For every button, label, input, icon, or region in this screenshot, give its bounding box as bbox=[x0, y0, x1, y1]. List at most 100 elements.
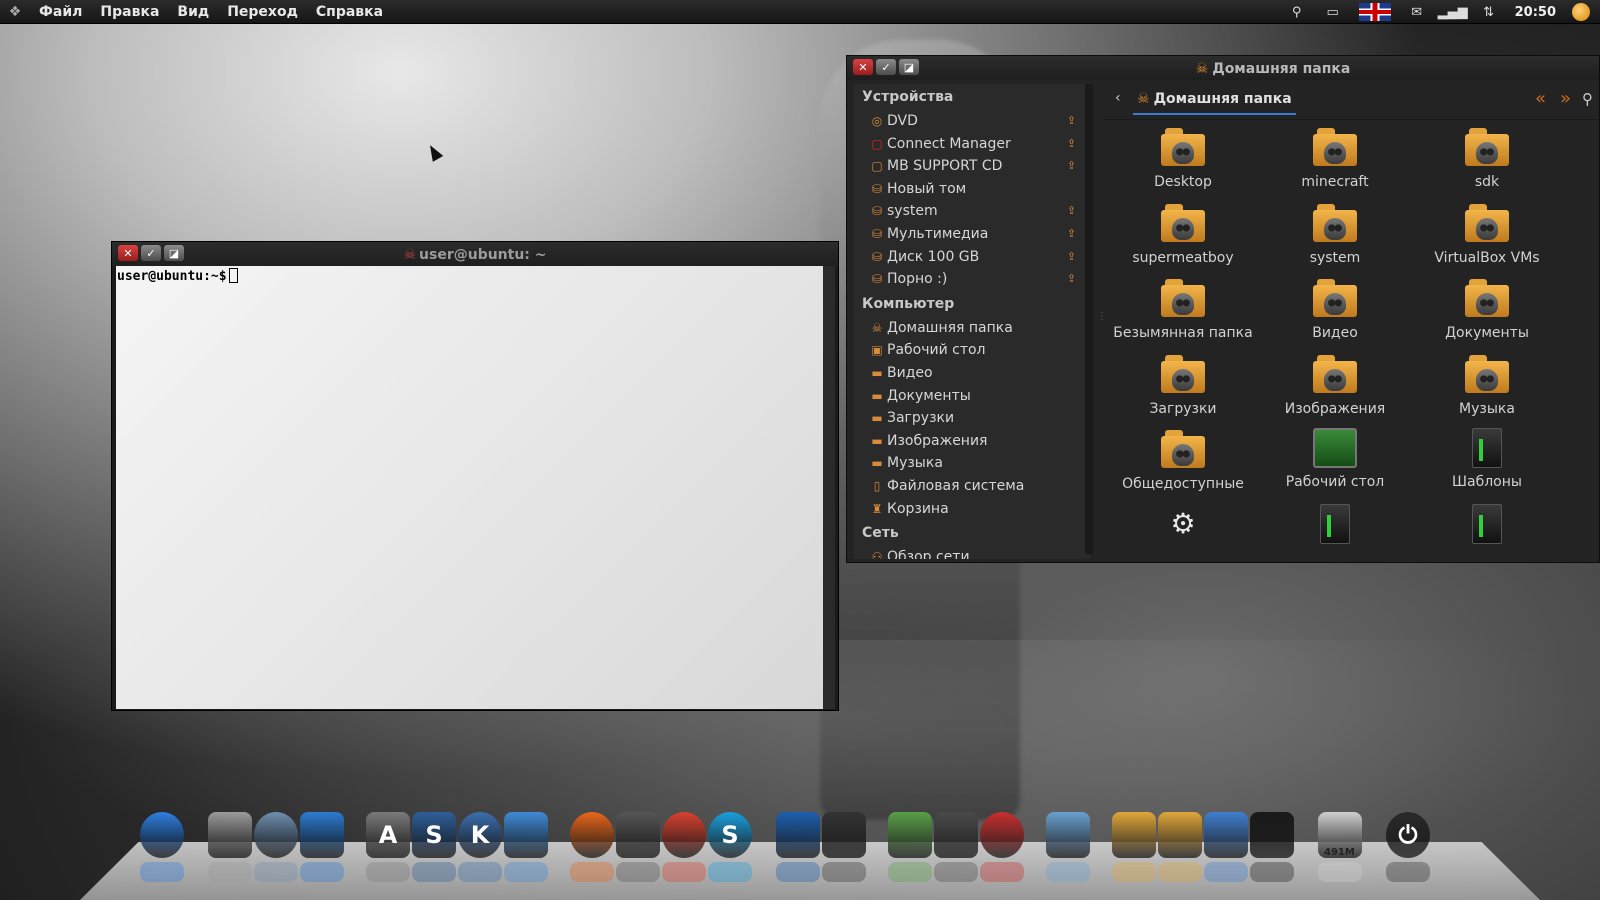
sidebar-item[interactable]: ⛁ system ⇪ bbox=[854, 200, 1090, 223]
apple-icon[interactable] bbox=[140, 812, 184, 858]
eject-icon[interactable]: ⇪ bbox=[1067, 223, 1076, 245]
file-item[interactable] bbox=[1411, 503, 1563, 580]
file-item[interactable]: Музыка bbox=[1411, 353, 1563, 429]
file-item[interactable]: Безымянная папка bbox=[1107, 277, 1259, 353]
sidebar-item[interactable]: ⛁ Порно :) ⇪ bbox=[854, 268, 1090, 291]
eject-icon[interactable]: ⇪ bbox=[1067, 155, 1076, 177]
network-globe-icon[interactable] bbox=[254, 812, 298, 858]
sidebar-item-label: Файловая система bbox=[887, 477, 1025, 494]
terminal-icon[interactable] bbox=[1250, 812, 1294, 858]
signal-icon[interactable]: ▂▄▆ bbox=[1438, 4, 1468, 20]
firefox-icon[interactable] bbox=[570, 812, 614, 858]
butterfly-icon[interactable] bbox=[776, 812, 820, 858]
sidebar-item[interactable]: ▬ Документы bbox=[854, 385, 1090, 408]
virtualbox-icon[interactable] bbox=[1046, 812, 1090, 858]
eject-icon[interactable]: ⇪ bbox=[1067, 133, 1076, 155]
sidebar-item-label: DVD bbox=[887, 113, 918, 129]
file-item[interactable]: Изображения bbox=[1259, 353, 1411, 429]
ubuntu-logo-icon[interactable]: ❖ bbox=[0, 0, 30, 24]
terminal-scrollbar[interactable] bbox=[823, 266, 835, 709]
sidebar-item[interactable]: ▬ Загрузки bbox=[854, 407, 1090, 430]
flame-icon[interactable] bbox=[980, 812, 1024, 858]
file-item[interactable]: Шаблоны bbox=[1411, 428, 1563, 504]
power-icon[interactable]: ⏻ bbox=[1386, 812, 1430, 858]
sidebar-item[interactable]: ⚇ Обзор сети bbox=[854, 546, 1090, 559]
menu-go[interactable]: Переход bbox=[218, 0, 307, 24]
eject-icon[interactable]: ⇪ bbox=[1067, 268, 1076, 290]
skype-s-icon[interactable]: S bbox=[412, 812, 456, 858]
skull-gear-icon[interactable] bbox=[616, 812, 660, 858]
menu-help[interactable]: Справка bbox=[307, 0, 392, 24]
mail-icon[interactable]: ✉ bbox=[1407, 4, 1427, 20]
terminal-content[interactable]: user@ubuntu:~$ bbox=[116, 266, 823, 709]
back-arrow-icon[interactable]: « bbox=[1535, 88, 1546, 109]
sidebar-item-label: Рабочий стол bbox=[887, 342, 986, 359]
file-item[interactable]: Загрузки bbox=[1107, 353, 1259, 429]
menu-view[interactable]: Вид bbox=[168, 0, 218, 24]
sidebar-item[interactable]: ▬ Изображения bbox=[854, 430, 1090, 453]
location-icon[interactable]: ⚲ bbox=[1287, 4, 1307, 20]
sidebar-item[interactable]: ☠ Домашняя папка bbox=[854, 317, 1090, 340]
file-item[interactable]: Видео bbox=[1259, 277, 1411, 353]
eject-icon[interactable]: ⇪ bbox=[1067, 246, 1076, 268]
sidebar-item[interactable]: ⛁ Новый том bbox=[854, 178, 1090, 201]
file-item[interactable]: Рабочий стол bbox=[1259, 428, 1411, 504]
session-icon[interactable] bbox=[1572, 3, 1590, 21]
file-item[interactable]: VirtualBox VMs bbox=[1411, 202, 1563, 278]
folder-icon[interactable] bbox=[1158, 812, 1202, 858]
file-item[interactable]: Документы bbox=[1411, 277, 1563, 353]
search-icon[interactable]: ⚲ bbox=[1582, 90, 1593, 108]
file-item[interactable]: supermeatboy bbox=[1107, 202, 1259, 278]
sidebar-item[interactable]: ▢ MB SUPPORT CD ⇪ bbox=[854, 155, 1090, 178]
k-icon[interactable]: K bbox=[458, 812, 502, 858]
sidebar-scrollbar[interactable] bbox=[1085, 84, 1093, 554]
sidebar-item[interactable]: ⛁ Мультимедиа ⇪ bbox=[854, 223, 1090, 246]
finder-icon[interactable] bbox=[504, 812, 548, 858]
dock-reflection bbox=[1250, 862, 1294, 882]
sidebar-item[interactable]: ▢ Connect Manager ⇪ bbox=[854, 133, 1090, 156]
sidebar-item[interactable]: ▬ Музыка bbox=[854, 452, 1090, 475]
sidebar-item[interactable]: ▣ Рабочий стол bbox=[854, 339, 1090, 362]
dock-reflection bbox=[140, 862, 184, 882]
path-left-arrow-icon[interactable]: ‹ bbox=[1115, 90, 1121, 106]
camera-icon[interactable] bbox=[934, 812, 978, 858]
speaker-icon[interactable] bbox=[208, 812, 252, 858]
file-item[interactable]: sdk bbox=[1411, 126, 1563, 202]
file-item[interactable]: ⚙ bbox=[1107, 504, 1259, 580]
eject-icon[interactable]: ⇪ bbox=[1067, 110, 1076, 132]
file-item[interactable]: minecraft bbox=[1259, 126, 1411, 202]
network-icon[interactable]: ⇅ bbox=[1479, 4, 1499, 20]
finder-face-icon[interactable] bbox=[1204, 812, 1248, 858]
forward-arrow-icon[interactable]: » bbox=[1560, 88, 1571, 109]
skull-folder-icon bbox=[1465, 128, 1509, 168]
breadcrumb[interactable]: ☠ Домашняя папка bbox=[1133, 89, 1296, 115]
skull-folder-icon bbox=[1465, 203, 1509, 244]
documents-folder-icon bbox=[1465, 279, 1509, 319]
chrome-icon[interactable] bbox=[662, 812, 706, 858]
folder-icon[interactable] bbox=[1112, 812, 1156, 858]
flag-uk-icon[interactable] bbox=[1358, 3, 1391, 21]
clock[interactable]: 20:50 bbox=[1515, 5, 1556, 20]
sidebar-item[interactable]: ♜ Корзина bbox=[854, 498, 1090, 521]
battery-icon[interactable]: ▭ bbox=[1323, 4, 1343, 20]
menu-edit[interactable]: Правка bbox=[91, 0, 168, 24]
terminal-titlebar[interactable]: ✕ ✓ ◪ ☠ user@ubuntu: ~ bbox=[112, 242, 838, 266]
sidebar-network: ⚇ Обзор сети bbox=[854, 546, 1090, 559]
file-item[interactable]: Desktop bbox=[1107, 126, 1259, 202]
sidebar-item[interactable]: ◎ DVD ⇪ bbox=[854, 110, 1090, 133]
menu-file[interactable]: Файл bbox=[30, 0, 91, 24]
photos-icon[interactable] bbox=[888, 812, 932, 858]
app-store-icon[interactable]: A bbox=[366, 812, 410, 858]
eject-icon[interactable]: ⇪ bbox=[1067, 200, 1076, 222]
clapperboard-icon[interactable] bbox=[822, 812, 866, 858]
skype-icon[interactable]: S bbox=[708, 812, 752, 858]
file-item[interactable] bbox=[1259, 503, 1411, 580]
dashboard-icon[interactable] bbox=[300, 812, 344, 858]
sidebar-item[interactable]: ⛁ Диск 100 GB ⇪ bbox=[854, 246, 1090, 269]
sidebar-item[interactable]: ▯ Файловая система bbox=[854, 475, 1090, 498]
file-manager-titlebar[interactable]: ✕ ✓ ◪ ☠ Домашняя папка bbox=[847, 56, 1599, 80]
sidebar-item[interactable]: ▬ Видео bbox=[854, 362, 1090, 385]
file-item[interactable]: system bbox=[1259, 202, 1411, 278]
file-item[interactable]: Общедоступные bbox=[1107, 428, 1259, 504]
public-folder-icon bbox=[1161, 430, 1205, 470]
